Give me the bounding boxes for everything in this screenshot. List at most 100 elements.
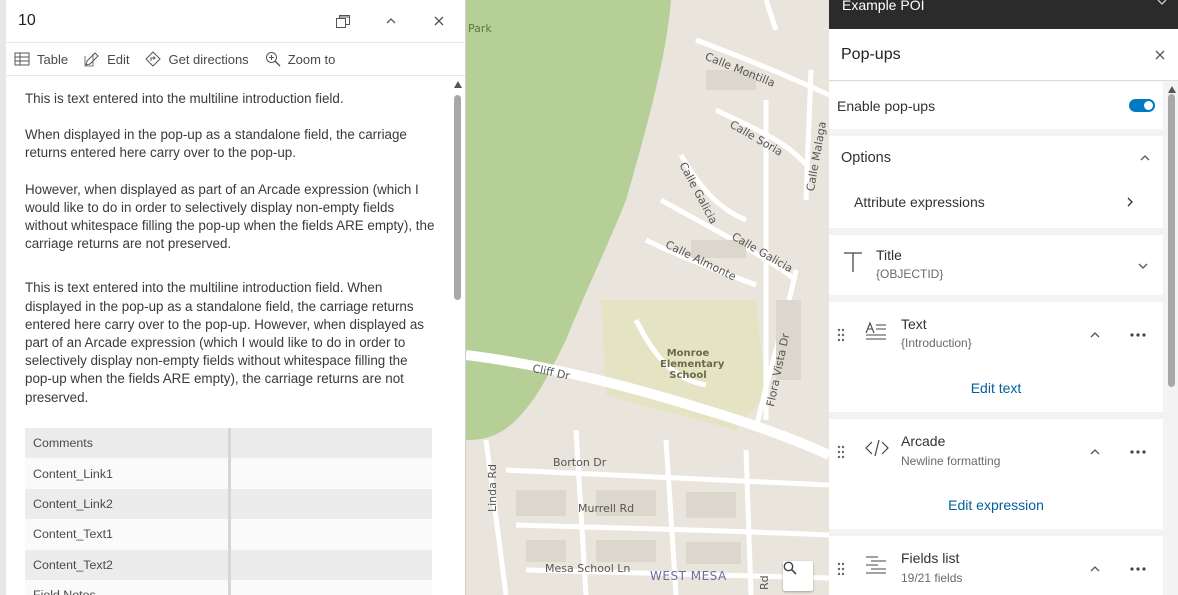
element-title: Fields list: [901, 550, 960, 566]
element-subtitle: {OBJECTID}: [876, 267, 944, 281]
fields-list-element-card: Fields list 19/21 fields: [829, 536, 1163, 595]
scrollbar-thumb[interactable]: [454, 95, 461, 300]
chevron-up-icon[interactable]: [1089, 329, 1101, 341]
text-icon: [865, 321, 886, 340]
table-row: Comments: [25, 428, 432, 459]
field-name: Field Notes: [25, 580, 229, 595]
field-name: Content_Text1: [33, 527, 113, 542]
map-label-borton-dr: Borton Dr: [553, 456, 607, 469]
intro-paragraph: This is text entered into the multiline …: [25, 91, 344, 106]
enable-popups-row[interactable]: Enable pop-ups: [829, 82, 1163, 129]
directions-action-label: Get directions: [168, 51, 249, 67]
table-row: Content_Text1: [25, 519, 432, 550]
search-icon: [783, 561, 797, 575]
popup-toolbar: Table Edit Get directions Zoom to: [6, 43, 465, 76]
map-label-park: Park: [468, 22, 492, 35]
field-value: [227, 579, 432, 595]
field-value: [227, 458, 432, 489]
map-search-button[interactable]: [783, 561, 813, 591]
chevron-up-icon: [386, 18, 396, 24]
layer-name: Example POI: [842, 0, 925, 13]
panel-scrollbar[interactable]: [1167, 82, 1176, 595]
element-subtitle: {Introduction}: [901, 336, 972, 350]
introduction-text: This is text entered into the multiline …: [6, 77, 465, 407]
intro-paragraph: When displayed in the pop-up as a standa…: [25, 127, 407, 161]
title-icon: [844, 252, 862, 272]
options-label: Options: [841, 149, 891, 166]
more-options-icon[interactable]: [1130, 332, 1146, 338]
collapse-button[interactable]: [379, 9, 403, 33]
drag-handle-icon[interactable]: [837, 562, 845, 576]
popup-header: 10: [6, 0, 465, 43]
dock-button[interactable]: [331, 9, 355, 33]
map-canvas: [466, 0, 829, 595]
options-section: Options Attribute expressions: [829, 136, 1163, 228]
code-icon: [865, 439, 889, 457]
arcade-paragraph: This is text entered into the multiline …: [25, 280, 424, 405]
map-label-rd: Rd: [758, 575, 771, 590]
scrollbar-thumb[interactable]: [1168, 94, 1175, 387]
element-subtitle: Newline formatting: [901, 454, 1001, 468]
more-options-icon[interactable]: [1130, 449, 1146, 455]
enable-popups-label: Enable pop-ups: [837, 97, 936, 114]
table-row: Content_Text2: [25, 549, 432, 580]
zoom-to-action-label: Zoom to: [287, 51, 336, 67]
popup-title: 10: [18, 12, 36, 29]
table-action[interactable]: Table: [14, 52, 68, 67]
chevron-right-icon: [1127, 197, 1133, 206]
map-label-school: Monroe Elementary School: [660, 348, 725, 381]
map-label-linda-rd: Linda Rd: [486, 463, 499, 512]
table-row: Field Notes: [25, 579, 432, 595]
intro-paragraph: However, when displayed as part of an Ar…: [25, 181, 435, 252]
title-element-card[interactable]: Title {OBJECTID}: [829, 235, 1163, 295]
directions-action[interactable]: Get directions: [145, 51, 249, 67]
text-element-card: Text {Introduction} Edit text: [829, 302, 1163, 412]
popup-scrollbar[interactable]: [453, 81, 462, 595]
scroll-up-arrow[interactable]: [454, 81, 462, 88]
field-value: [227, 488, 432, 520]
element-subtitle: 19/21 fields: [901, 571, 963, 585]
chevron-down-icon[interactable]: [1137, 260, 1149, 272]
element-title: Text: [901, 316, 927, 332]
map-label-mesa-school-ln: Mesa School Ln: [545, 562, 631, 575]
table-action-label: Table: [37, 51, 69, 67]
feature-popup: 10 Table Edit Get directions Zoom to Thi…: [0, 0, 466, 595]
attribute-expressions-label: Attribute expressions: [854, 193, 985, 210]
popup-config-panel: Example POI Pop-ups Enable pop-ups Optio…: [829, 0, 1178, 595]
edit-expression-link[interactable]: Edit expression: [829, 497, 1163, 513]
element-title: Title: [876, 247, 902, 263]
drag-handle-icon[interactable]: [837, 328, 845, 342]
map-label-west-mesa: WEST MESA: [650, 569, 727, 583]
element-title: Arcade: [901, 433, 946, 449]
panel-header: Pop-ups: [829, 29, 1178, 81]
popup-content[interactable]: This is text entered into the multiline …: [6, 77, 465, 595]
close-popup-button[interactable]: [427, 9, 451, 33]
edit-action[interactable]: Edit: [84, 51, 129, 67]
map-view[interactable]: Park Calle Montilla Calle Soria Calle Ma…: [466, 0, 829, 595]
field-name: Content_Link2: [33, 496, 113, 511]
close-icon[interactable]: [1154, 49, 1166, 61]
table-row: Content_Link1: [25, 458, 432, 489]
more-options-icon[interactable]: [1130, 566, 1146, 572]
layer-selector[interactable]: Example POI: [829, 0, 1178, 29]
field-name: Content_Text2: [33, 557, 113, 572]
zoom-to-action[interactable]: Zoom to: [265, 51, 336, 67]
fields-table: Comments Content_Link1 Content_Link2 Con…: [25, 428, 432, 595]
edit-action-label: Edit: [107, 51, 130, 67]
attribute-expressions-item[interactable]: Attribute expressions: [829, 179, 1163, 224]
chevron-up-icon: [1140, 154, 1150, 160]
chevron-down-icon: [1157, 0, 1167, 5]
table-row: Content_Link2: [25, 488, 432, 520]
dock-icon: [336, 15, 350, 28]
field-value: [227, 519, 432, 550]
enable-popups-toggle[interactable]: [1129, 99, 1155, 112]
drag-handle-icon[interactable]: [837, 445, 845, 459]
edit-text-link[interactable]: Edit text: [829, 380, 1163, 396]
arcade-element-card: Arcade Newline formatting Edit expressio…: [829, 419, 1163, 529]
options-header[interactable]: Options: [829, 136, 1163, 179]
scroll-up-arrow[interactable]: [1168, 86, 1176, 93]
chevron-up-icon[interactable]: [1089, 446, 1101, 458]
chevron-up-icon[interactable]: [1089, 563, 1101, 575]
field-value: [227, 549, 432, 580]
zoom-in-icon: [265, 52, 281, 67]
